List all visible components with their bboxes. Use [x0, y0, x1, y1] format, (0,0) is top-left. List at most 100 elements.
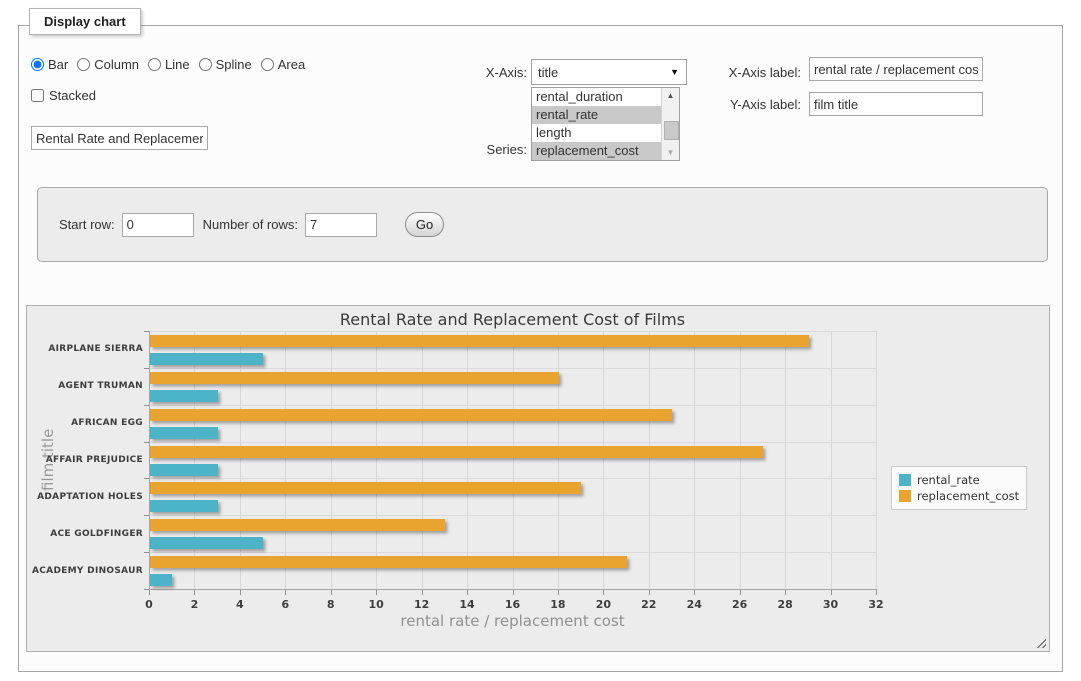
- x-axis-label-input[interactable]: [809, 57, 983, 81]
- bar-replacement_cost-ace-goldfinger: [150, 519, 445, 531]
- bar-replacement_cost-african-egg: [150, 409, 672, 421]
- series-option-replacement_cost[interactable]: replacement_cost: [532, 142, 662, 160]
- x-tick-label: 20: [590, 598, 616, 611]
- x-tick: [194, 590, 195, 595]
- number-of-rows-label: Number of rows:: [203, 217, 298, 232]
- x-tick-label: 6: [272, 598, 298, 611]
- series-option-length[interactable]: length: [532, 124, 662, 142]
- legend-label: replacement_cost: [917, 489, 1019, 503]
- x-axis-select[interactable]: title ▼: [531, 59, 687, 85]
- y-tick: [144, 478, 149, 479]
- gridline-vertical: [467, 331, 468, 589]
- bar-rental_rate-agent-truman: [150, 390, 218, 402]
- chart-type-radio-area[interactable]: [261, 58, 274, 71]
- chevron-down-icon: ▼: [670, 67, 686, 77]
- bar-rental_rate-african-egg: [150, 427, 218, 439]
- chart-type-radio-label: Column: [94, 57, 139, 72]
- chart-title-input[interactable]: [31, 126, 208, 150]
- stacked-label: Stacked: [49, 88, 96, 103]
- bar-rental_rate-affair-prejudice: [150, 464, 218, 476]
- category-label: ADAPTATION HOLES: [27, 491, 149, 503]
- start-row-input[interactable]: [122, 213, 194, 237]
- y-tick: [144, 589, 149, 590]
- chart-type-option-bar[interactable]: Bar: [31, 57, 68, 72]
- chart-type-option-spline[interactable]: Spline: [199, 57, 252, 72]
- scroll-down-icon[interactable]: ▼: [662, 145, 679, 160]
- scrollbar-thumb[interactable]: [664, 121, 679, 140]
- gridline-horizontal: [150, 442, 877, 443]
- bar-rental_rate-airplane-sierra: [150, 353, 263, 365]
- legend-item-rental_rate[interactable]: rental_rate: [899, 473, 1019, 487]
- page: Display chart BarColumnLineSplineArea St…: [0, 0, 1081, 681]
- gridline-vertical: [649, 331, 650, 589]
- resize-grip-icon[interactable]: [1034, 636, 1046, 648]
- chart-type-radios: Bar Column Line Spline Area: [31, 57, 314, 72]
- category-label: AFFAIR PREJUDICE: [27, 454, 149, 466]
- x-tick-label: 2: [181, 598, 207, 611]
- chart-type-option-line[interactable]: Line: [148, 57, 190, 72]
- x-tick-label: 32: [863, 598, 889, 611]
- x-axis-select-value: title: [532, 65, 670, 80]
- gridline-vertical: [331, 331, 332, 589]
- x-tick: [740, 590, 741, 595]
- x-tick-label: 10: [363, 598, 389, 611]
- gridline-vertical: [785, 331, 786, 589]
- bar-replacement_cost-adaptation-holes: [150, 482, 581, 494]
- gridline-horizontal: [150, 478, 877, 479]
- series-listbox[interactable]: rental_durationrental_ratelengthreplacem…: [531, 87, 680, 161]
- category-label: ACADEMY DINOSAUR: [27, 565, 149, 577]
- bar-replacement_cost-affair-prejudice: [150, 446, 763, 458]
- chart-type-radio-line[interactable]: [148, 58, 161, 71]
- legend-item-replacement_cost[interactable]: replacement_cost: [899, 489, 1019, 503]
- gridline-horizontal: [150, 515, 877, 516]
- gridline-vertical: [194, 331, 195, 589]
- x-tick-label: 24: [681, 598, 707, 611]
- chart-type-radio-column[interactable]: [77, 58, 90, 71]
- chart-type-radio-bar[interactable]: [31, 58, 44, 71]
- gridline-horizontal: [150, 405, 877, 406]
- y-axis-label-input[interactable]: [809, 92, 983, 116]
- x-tick: [876, 590, 877, 595]
- start-row-label: Start row:: [59, 217, 115, 232]
- series-option-rental_duration[interactable]: rental_duration: [532, 88, 662, 106]
- chart-type-option-area[interactable]: Area: [261, 57, 305, 72]
- chart-type-radio-label: Bar: [48, 57, 68, 72]
- chart-type-option-column[interactable]: Column: [77, 57, 139, 72]
- chart-panel: Rental Rate and Replacement Cost of Film…: [26, 305, 1050, 652]
- gridline-vertical: [422, 331, 423, 589]
- number-of-rows-input[interactable]: [305, 213, 377, 237]
- category-label: ACE GOLDFINGER: [27, 528, 149, 540]
- y-tick: [144, 442, 149, 443]
- chart-type-radio-spline[interactable]: [199, 58, 212, 71]
- x-tick: [603, 590, 604, 595]
- scroll-up-icon[interactable]: ▲: [662, 88, 679, 103]
- bar-replacement_cost-agent-truman: [150, 372, 559, 384]
- go-button[interactable]: Go: [405, 212, 444, 237]
- stacked-checkbox[interactable]: [31, 89, 44, 102]
- legend-swatch-icon: [899, 490, 911, 502]
- gridline-vertical: [513, 331, 514, 589]
- gridline-horizontal: [150, 368, 877, 369]
- legend-label: rental_rate: [917, 473, 980, 487]
- row-controls-panel: Start row: Number of rows: Go: [37, 187, 1048, 262]
- stacked-option[interactable]: Stacked: [31, 88, 96, 103]
- x-tick-label: 16: [500, 598, 526, 611]
- x-tick-label: 14: [454, 598, 480, 611]
- x-tick: [285, 590, 286, 595]
- x-tick-label: 22: [636, 598, 662, 611]
- x-tick-label: 28: [772, 598, 798, 611]
- gridline-vertical: [694, 331, 695, 589]
- category-label: AIRPLANE SIERRA: [27, 343, 149, 355]
- series-options: rental_durationrental_ratelengthreplacem…: [532, 88, 662, 160]
- gridline-vertical: [376, 331, 377, 589]
- series-option-rental_rate[interactable]: rental_rate: [532, 106, 662, 124]
- series-scrollbar[interactable]: ▲ ▼: [661, 88, 679, 160]
- x-tick: [240, 590, 241, 595]
- chart-type-radio-label: Area: [278, 57, 305, 72]
- y-tick: [144, 405, 149, 406]
- chart-type-radio-label: Spline: [216, 57, 252, 72]
- y-tick: [144, 368, 149, 369]
- display-chart-fieldset: Display chart BarColumnLineSplineArea St…: [18, 25, 1063, 672]
- x-tick: [694, 590, 695, 595]
- x-tick: [467, 590, 468, 595]
